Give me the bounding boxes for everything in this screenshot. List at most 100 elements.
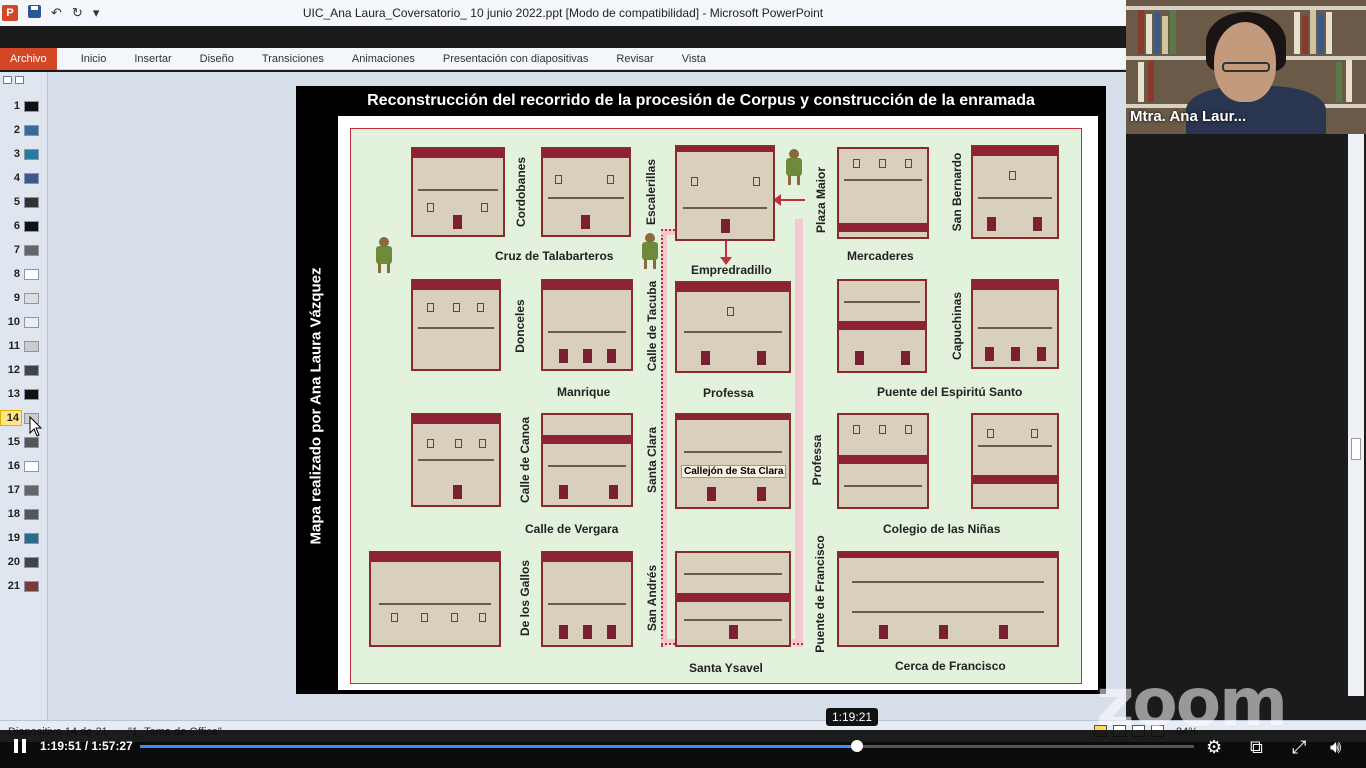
route-arrow-left: [779, 199, 805, 201]
slide-preview: [24, 340, 39, 352]
slide-preview: [24, 100, 39, 112]
map-block: [369, 551, 501, 647]
map-block: [675, 413, 791, 509]
tab-presentacion[interactable]: Presentación con diapositivas: [429, 53, 603, 65]
slide-thumbnail-13[interactable]: 13: [0, 384, 46, 404]
map-block: [971, 279, 1059, 369]
slide-preview: [24, 244, 39, 256]
slide-thumbnails-panel[interactable]: 1 2 3 4 5 6 7 8 9 10 11 12 13 14 15 16 17 18 19 20 21: [0, 72, 48, 720]
volume-icon[interactable]: 🔊︎: [1330, 737, 1341, 757]
slide-number: 10: [7, 316, 20, 328]
slide-thumbnail-4[interactable]: 4: [0, 168, 46, 188]
slide-preview: [24, 484, 39, 496]
slide-preview: [24, 292, 39, 304]
slide-thumbnail-16[interactable]: 16: [0, 456, 46, 476]
tab-inicio[interactable]: Inicio: [67, 53, 121, 65]
map-block: [837, 413, 929, 509]
seek-tooltip: 1:19:21: [826, 708, 879, 726]
slide-14[interactable]: Reconstrucción del recorrido de la proce…: [296, 86, 1106, 694]
procession-figure: [373, 237, 395, 273]
slide-preview: [24, 172, 39, 184]
map-block: [837, 147, 929, 239]
tab-archivo[interactable]: Archivo: [0, 47, 57, 70]
tab-animaciones[interactable]: Animaciones: [338, 53, 429, 65]
slide-thumbnail-7[interactable]: 7: [0, 240, 46, 260]
settings-icon[interactable]: ⚙: [1206, 737, 1222, 757]
label-professa-street: Professa: [703, 386, 754, 400]
map-block: [971, 413, 1059, 509]
slide-thumbnail-21[interactable]: 21: [0, 576, 46, 596]
picture-in-picture-icon[interactable]: ⧉: [1250, 737, 1263, 757]
progress-fill: [140, 745, 857, 748]
slide-thumbnail-2[interactable]: 2: [0, 120, 46, 140]
customize-qat-icon[interactable]: ▾: [93, 5, 100, 21]
slide-number: 9: [13, 292, 20, 304]
slides-view-icon[interactable]: [3, 76, 12, 84]
slide-number: 11: [8, 340, 20, 352]
save-icon[interactable]: [28, 5, 41, 18]
map-frame: Callejón de Sta Clara Cruz de Talabarter…: [338, 116, 1098, 690]
label-santa-ysavel: Santa Ysavel: [689, 661, 763, 675]
redo-icon[interactable]: ↻: [72, 5, 83, 21]
tab-vista[interactable]: Vista: [668, 53, 720, 65]
fullscreen-icon[interactable]: ⤢: [1292, 737, 1306, 757]
slide-preview: [24, 388, 39, 400]
progress-knob[interactable]: [851, 740, 863, 752]
ribbon-tabs: Archivo Inicio Insertar Diseño Transicio…: [0, 47, 1126, 70]
map-block: [971, 145, 1059, 239]
slide-preview: [24, 580, 39, 592]
screen: { "window": { "title": "UIC_Ana Laura_Co…: [0, 0, 1366, 768]
slide-thumbnail-8[interactable]: 8: [0, 264, 46, 284]
tab-transiciones[interactable]: Transiciones: [248, 53, 338, 65]
slide-thumbnail-6[interactable]: 6: [0, 216, 46, 236]
tab-revisar[interactable]: Revisar: [602, 53, 667, 65]
slide-number: 4: [13, 172, 20, 184]
map-credit: Mapa realizado por Ana Laura Vázquez: [296, 126, 336, 686]
slide-thumbnail-1[interactable]: 1: [0, 96, 46, 116]
label-capuchinas: Capuchinas: [950, 292, 964, 361]
slide-number: 7: [13, 244, 20, 256]
map-block: [541, 551, 633, 647]
slide-thumbnail-9[interactable]: 9: [0, 288, 46, 308]
tab-insertar[interactable]: Insertar: [120, 53, 185, 65]
label-calle-tacuba: Calle de Tacuba: [645, 280, 659, 372]
slide-title: Reconstrucción del recorrido de la proce…: [367, 92, 1035, 109]
powerpoint-icon[interactable]: P: [2, 5, 18, 21]
scroll-thumb[interactable]: [1351, 438, 1361, 460]
slide-preview: [24, 364, 39, 376]
map-block: [837, 279, 927, 373]
label-calle-vergara: Calle de Vergara: [525, 522, 619, 536]
mouse-cursor: [29, 416, 43, 437]
slide-thumbnail-5[interactable]: 5: [0, 192, 46, 212]
procession-route-vertical-2: [795, 219, 803, 647]
outline-view-icon[interactable]: [15, 76, 24, 84]
slide-number: 21: [7, 580, 20, 592]
slide-number: 20: [7, 556, 20, 568]
tab-diseno[interactable]: Diseño: [186, 53, 248, 65]
slide-preview: [24, 556, 39, 568]
slide-thumbnail-20[interactable]: 20: [0, 552, 46, 572]
participant-video: Mtra. Ana Laur...: [1126, 0, 1366, 134]
label-san-andres: San Andrés: [645, 564, 659, 632]
slide-number: 6: [13, 220, 20, 232]
map-block-cathedral: [675, 145, 775, 241]
label-escalerillas: Escalerillas: [644, 158, 658, 226]
slide-thumbnail-19[interactable]: 19: [0, 528, 46, 548]
slide-thumbnail-12[interactable]: 12: [0, 360, 46, 380]
procession-map: Callejón de Sta Clara Cruz de Talabarter…: [350, 128, 1082, 684]
slide-thumbnail-11[interactable]: 11: [0, 336, 46, 356]
pause-icon[interactable]: [14, 739, 26, 753]
playback-time: 1:19:51 / 1:57:27: [40, 739, 133, 753]
slide-thumbnail-10[interactable]: 10: [0, 312, 46, 332]
slide-thumbnail-18[interactable]: 18: [0, 504, 46, 524]
map-credit-text: Mapa realizado por Ana Laura Vázquez: [307, 267, 325, 545]
slide-thumbnail-3[interactable]: 3: [0, 144, 46, 164]
label-cruz-talabarteros: Cruz de Talabarteros: [495, 249, 614, 263]
progress-bar[interactable]: [140, 740, 1194, 752]
slide-thumbnail-17[interactable]: 17: [0, 480, 46, 500]
map-block: [541, 413, 633, 507]
vertical-scrollbar[interactable]: [1348, 72, 1364, 696]
slide-number: 3: [13, 148, 20, 160]
undo-icon[interactable]: ↶: [51, 5, 62, 21]
panel-view-toggles: [0, 72, 47, 88]
